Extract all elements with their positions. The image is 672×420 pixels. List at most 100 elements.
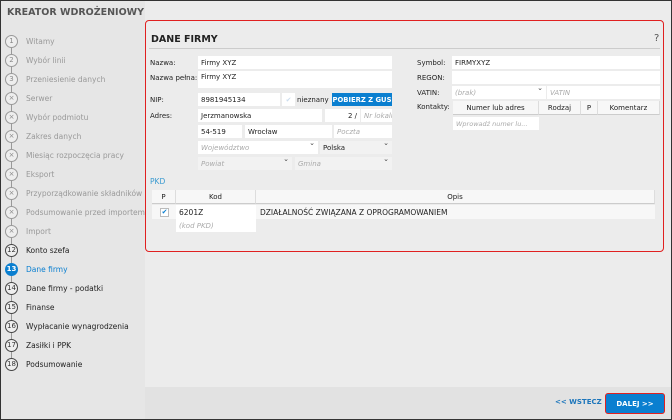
- step-item[interactable]: 3 Przeniesienie danych: [5, 71, 105, 87]
- country-select[interactable]: Polska: [320, 141, 392, 154]
- step-label: Zasiłki i PPK: [26, 340, 72, 350]
- contacts-col-comment[interactable]: Komentarz: [598, 101, 660, 115]
- next-button[interactable]: DALEJ >>: [605, 393, 665, 414]
- nazwa-pelna-label: Nazwa pełna:: [150, 74, 198, 82]
- step-label: Dane firmy: [26, 264, 68, 274]
- adres-label: Adres:: [150, 112, 173, 120]
- pkd-col-p[interactable]: P: [152, 190, 176, 204]
- step-number-icon: 3: [5, 72, 18, 86]
- step-label: Dane firmy - podatki: [26, 283, 104, 293]
- step-label: Wybór linii: [26, 55, 66, 65]
- symbol-label: Symbol:: [417, 59, 446, 67]
- symbol-input[interactable]: FIRMYXYZ: [452, 56, 660, 69]
- vatin-label: VATIN:: [417, 89, 440, 97]
- step-item[interactable]: 14 Dane firmy - podatki: [5, 280, 103, 296]
- pkd-table-row[interactable]: ✔ 6201Z DZIAŁALNOŚĆ ZWIĄZANA Z OPROGRAMO…: [152, 205, 655, 219]
- nip-label: NIP:: [150, 96, 164, 104]
- step-number-icon: 14: [5, 281, 18, 295]
- regon-label: REGON:: [417, 74, 445, 82]
- wizard-sidebar: KREATOR WDROŻENIOWY 1 Witamy 2 Wybór linii 3…: [0, 0, 145, 420]
- step-item[interactable]: 12 Konto szefa: [5, 242, 70, 258]
- step-number-icon: ×: [5, 224, 18, 238]
- step-label: Wybór podmiotu: [26, 112, 89, 122]
- step-label: Konto szefa: [26, 245, 70, 255]
- step-number-icon: ×: [5, 91, 18, 105]
- step-item[interactable]: × Wybór podmiotu: [5, 109, 88, 125]
- vatin-input[interactable]: VATIN: [547, 86, 660, 99]
- back-button[interactable]: << WSTECZ: [555, 398, 602, 406]
- contacts-col-p[interactable]: P: [581, 101, 598, 115]
- step-label: Wypłacanie wynagrodzenia: [26, 321, 129, 331]
- step-label: Przeniesienie danych: [26, 74, 106, 84]
- pkd-col-kod[interactable]: Kod: [176, 190, 256, 204]
- step-item[interactable]: × Import: [5, 223, 51, 239]
- nip-input[interactable]: 8981945134: [198, 93, 280, 106]
- pkd-code: 6201Z: [176, 205, 256, 219]
- step-item[interactable]: 17 Zasiłki i PPK: [5, 337, 71, 353]
- pkd-primary-checkbox[interactable]: ✔: [160, 208, 169, 217]
- step-item[interactable]: 13 Dane firmy: [5, 261, 68, 277]
- step-label: Miesiąc rozpoczęcia pracy: [26, 150, 124, 160]
- contacts-col-number[interactable]: Numer lub adres: [453, 101, 539, 115]
- step-label: Podsumowanie przed importem: [26, 207, 145, 217]
- step-number-icon: 18: [5, 357, 18, 371]
- step-item[interactable]: 2 Wybór linii: [5, 52, 66, 68]
- step-item[interactable]: × Eksport: [5, 166, 54, 182]
- step-label: Eksport: [26, 169, 55, 179]
- commune-select[interactable]: Gmina: [295, 157, 392, 170]
- step-item[interactable]: × Podsumowanie przed importem: [5, 204, 145, 220]
- county-select[interactable]: Powiat: [198, 157, 292, 170]
- step-number-icon: 2: [5, 53, 18, 67]
- step-number-icon: ×: [5, 167, 18, 181]
- step-label: Serwer: [26, 93, 53, 103]
- step-number-icon: ×: [5, 129, 18, 143]
- step-number-icon: ×: [5, 205, 18, 219]
- step-item[interactable]: 16 Wypłacanie wynagrodzenia: [5, 318, 129, 334]
- app-title: KREATOR WDROŻENIOWY: [7, 7, 145, 18]
- step-number-icon: ×: [5, 148, 18, 162]
- step-label: Finanse: [26, 302, 55, 312]
- step-label: Podsumowanie: [26, 359, 83, 369]
- apartment-number-input[interactable]: Nr lokalu: [361, 109, 392, 122]
- step-label: Witamy: [26, 36, 55, 46]
- regon-input[interactable]: [452, 71, 660, 84]
- step-number-icon: 15: [5, 300, 18, 314]
- nip-status: nieznany: [297, 96, 329, 104]
- step-item[interactable]: 15 Finanse: [5, 299, 54, 315]
- step-item[interactable]: 18 Podsumowanie: [5, 356, 82, 372]
- step-label: Import: [26, 226, 51, 236]
- fetch-gus-button[interactable]: POBIERZ Z GUS: [332, 93, 392, 106]
- step-item[interactable]: × Miesiąc rozpoczęcia pracy: [5, 147, 124, 163]
- step-label: Przyporządkowanie składników: [26, 188, 143, 198]
- step-item[interactable]: 1 Witamy: [5, 33, 55, 49]
- step-number-icon: 13: [5, 262, 18, 276]
- vatin-prefix-select[interactable]: (brak): [452, 86, 546, 99]
- pkd-section-label: PKD: [150, 177, 166, 186]
- step-item[interactable]: × Przyporządkowanie składników: [5, 185, 142, 201]
- nazwa-label: Nazwa:: [150, 59, 176, 67]
- nazwa-pelna-input[interactable]: Firmy XYZ: [198, 71, 392, 88]
- step-number-icon: 16: [5, 319, 18, 333]
- post-office-input[interactable]: Poczta: [334, 125, 392, 138]
- pkd-new-code-input[interactable]: (kod PKD): [176, 219, 256, 232]
- city-input[interactable]: Wrocław: [245, 125, 332, 138]
- step-item[interactable]: × Serwer: [5, 90, 52, 106]
- postal-code-input[interactable]: 54-519: [198, 125, 242, 138]
- step-number-icon: ×: [5, 186, 18, 200]
- contact-new-input[interactable]: Wprowadź numer lu...: [453, 117, 539, 130]
- nazwa-input[interactable]: Firmy XYZ: [198, 56, 392, 69]
- nip-verify-checkbox[interactable]: ✔: [282, 93, 295, 106]
- house-number-input[interactable]: 2 /: [325, 109, 360, 122]
- step-item[interactable]: × Zakres danych: [5, 128, 81, 144]
- voivodeship-select[interactable]: Województwo: [198, 141, 318, 154]
- step-number-icon: 17: [5, 338, 18, 352]
- step-label: Zakres danych: [26, 131, 82, 141]
- pkd-description: DZIAŁALNOŚĆ ZWIĄZANA Z OPROGRAMOWANIEM: [260, 208, 448, 217]
- help-icon[interactable]: ?: [654, 33, 659, 44]
- contacts-col-type[interactable]: Rodzaj: [539, 101, 581, 115]
- pkd-col-opis[interactable]: Opis: [256, 190, 655, 204]
- street-input[interactable]: Jerzmanowska: [198, 109, 322, 122]
- step-number-icon: 1: [5, 34, 18, 48]
- step-number-icon: ×: [5, 110, 18, 124]
- page-title: DANE FIRMY: [151, 34, 218, 45]
